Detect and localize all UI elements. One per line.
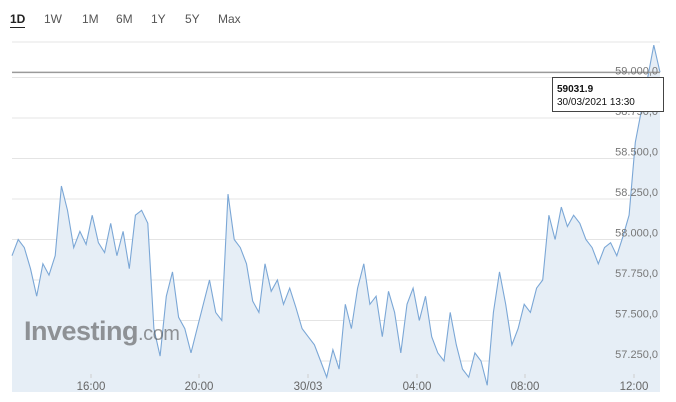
- tab-6m[interactable]: 6M: [116, 12, 133, 26]
- x-tick-label: 04:00: [403, 381, 432, 393]
- tab-5y[interactable]: 5Y: [185, 12, 200, 26]
- x-tick-label: 16:00: [77, 381, 106, 393]
- logo-tld: .com: [138, 323, 180, 345]
- x-tick-label: 20:00: [185, 381, 214, 393]
- x-tick-label: 30/03: [294, 381, 323, 393]
- timeframe-tabs: 1D 1W 1M 6M 1Y 5Y Max: [0, 0, 676, 36]
- tooltip-value: 59031.9: [557, 84, 594, 95]
- tooltip-datetime: 30/03/2021 13:30: [557, 97, 635, 108]
- tab-max[interactable]: Max: [218, 12, 241, 26]
- y-tick-label: 58.000,0: [615, 228, 658, 240]
- x-tick-label: 12:00: [620, 381, 649, 393]
- tab-1m[interactable]: 1M: [82, 12, 99, 26]
- tab-1d[interactable]: 1D: [10, 12, 26, 28]
- logo-brand: Investing: [24, 316, 139, 346]
- y-tick-label: 58.250,0: [615, 187, 658, 199]
- y-tick-label: 58.500,0: [615, 147, 658, 159]
- y-tick-label: 59.000,0: [615, 66, 658, 78]
- y-tick-label: 57.250,0: [615, 349, 658, 361]
- tab-1y[interactable]: 1Y: [151, 12, 166, 26]
- y-tick-label: 57.750,0: [615, 268, 658, 280]
- x-tick-label: 08:00: [511, 381, 540, 393]
- investing-logo: Investing.com: [24, 316, 180, 347]
- tab-1w[interactable]: 1W: [44, 12, 62, 26]
- y-tick-label: 57.500,0: [615, 309, 658, 321]
- price-tooltip: 59031.9 30/03/2021 13:30: [552, 77, 664, 112]
